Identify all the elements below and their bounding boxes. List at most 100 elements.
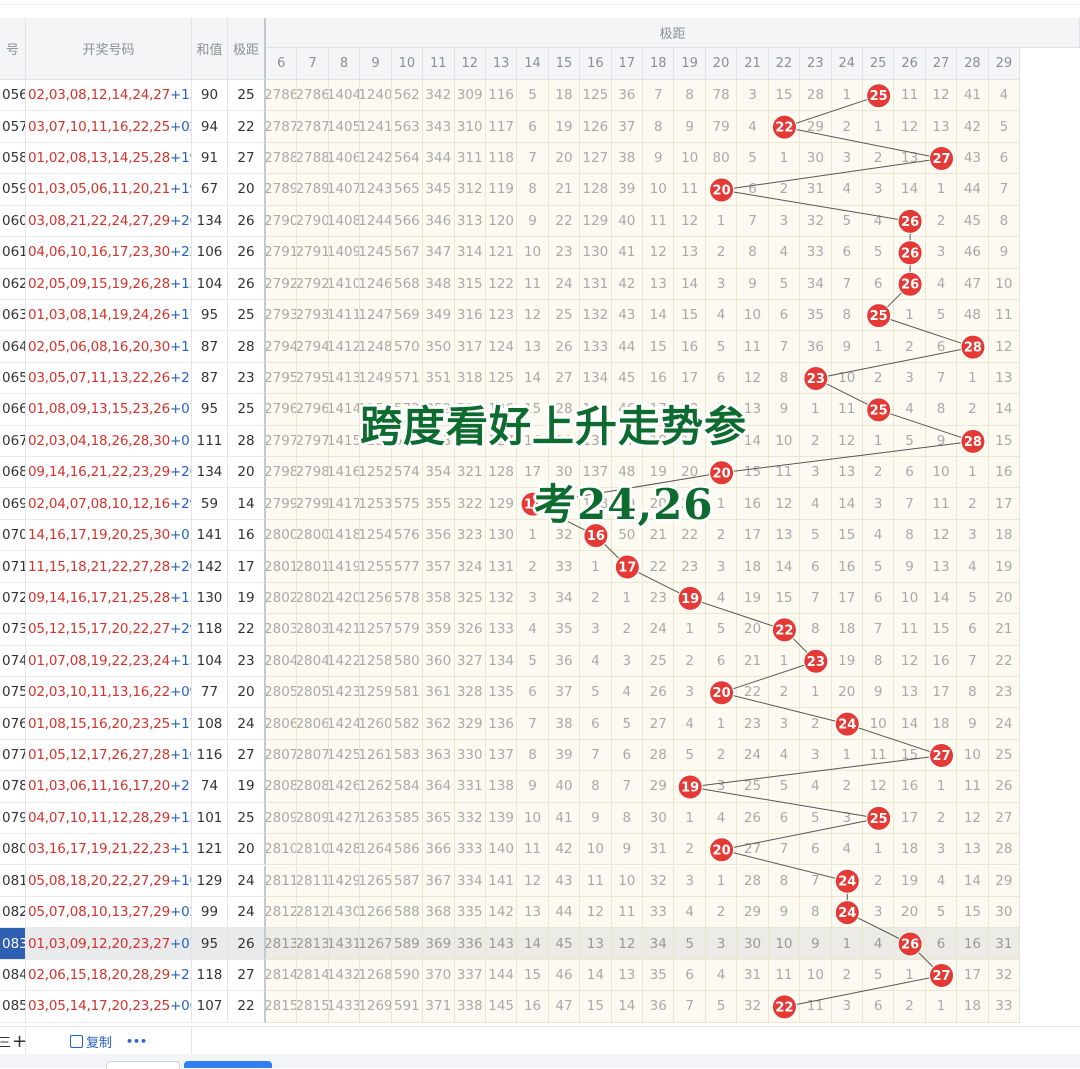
miss-cell: 48: [957, 299, 989, 332]
issue-cell: 084: [0, 959, 26, 992]
miss-cell: 2: [831, 771, 863, 803]
header-span-value[interactable]: 18: [643, 48, 675, 80]
miss-cell: 2812: [297, 896, 329, 929]
miss-cell: 119: [485, 174, 518, 206]
miss-cell: 10: [768, 425, 801, 458]
miss-cell: 145: [485, 991, 518, 1023]
miss-cell: 2815: [266, 991, 298, 1023]
miss-cell: 1255: [360, 551, 392, 583]
miss-cell: 356: [423, 519, 455, 552]
copy-icon[interactable]: [69, 1034, 83, 1048]
miss-cell: 1: [957, 457, 989, 489]
miss-cell: 14: [831, 488, 863, 520]
main-numbers: 11,15,18,21,22,27,28: [28, 558, 170, 575]
toolbar-left-cell[interactable]: 三 +: [0, 1027, 27, 1055]
header-span-value[interactable]: 13: [485, 48, 518, 80]
miss-cell: 1253: [360, 488, 392, 520]
special-number: +13: [170, 87, 191, 104]
sum-cell: 134: [192, 205, 228, 238]
miss-cell: 1268: [360, 959, 392, 992]
miss-cell: 6: [925, 331, 958, 363]
miss-cell: 564: [391, 142, 424, 175]
miss-cell: 11: [800, 991, 832, 1023]
miss-cell: 18: [957, 991, 989, 1023]
header-sum[interactable]: 和值: [192, 18, 228, 80]
header-span-value[interactable]: 24: [831, 48, 863, 80]
header-span-value[interactable]: 21: [737, 48, 769, 80]
header-span-value[interactable]: 27: [925, 48, 958, 80]
miss-cell: 343: [423, 111, 455, 143]
header-span-value[interactable]: 22: [768, 48, 801, 80]
header-span-value[interactable]: 17: [611, 48, 644, 80]
header-span-value[interactable]: 11: [423, 48, 455, 80]
issue-cell: 070: [0, 519, 26, 552]
numbers-cell: 01,07,08,19,22,23,24+15: [26, 645, 192, 677]
header-span-value[interactable]: 10: [391, 48, 424, 80]
miss-cell: 35: [643, 959, 675, 992]
header-span-value[interactable]: 26: [894, 48, 926, 80]
copy-button[interactable]: 复制: [86, 1032, 112, 1051]
add-icon[interactable]: +: [12, 1031, 27, 1052]
header-span[interactable]: 极距: [228, 18, 266, 80]
footer-tab-active[interactable]: [184, 1061, 272, 1068]
header-span-value[interactable]: 12: [454, 48, 486, 80]
header-span-value[interactable]: 28: [957, 48, 989, 80]
main-numbers: 02,05,09,15,19,26,28: [28, 275, 170, 292]
miss-cell: 10: [737, 299, 769, 332]
miss-cell: 324: [454, 551, 486, 583]
more-icon[interactable]: •••: [126, 1035, 147, 1048]
miss-cell: 18: [737, 551, 769, 583]
miss-cell: 10: [894, 582, 926, 615]
header-span-value[interactable]: 16: [580, 48, 612, 80]
sum-cell: 91: [192, 142, 228, 175]
miss-cell: 15: [580, 991, 612, 1023]
sum-cell: 142: [192, 551, 228, 583]
main-numbers: 01,03,05,06,11,20,21: [28, 181, 170, 198]
header-span-value[interactable]: 15: [548, 48, 581, 80]
header-span-value[interactable]: 23: [800, 48, 832, 80]
miss-cell: 590: [391, 959, 424, 992]
header-span-value[interactable]: 14: [517, 48, 549, 80]
header-span-value[interactable]: 29: [988, 48, 1021, 80]
miss-cell: 42: [611, 268, 644, 300]
header-span-value[interactable]: 6: [266, 48, 298, 80]
header-issue[interactable]: 号: [0, 18, 26, 80]
miss-cell: 2: [705, 739, 738, 772]
miss-cell: 3: [737, 80, 769, 112]
miss-cell: 17: [737, 519, 769, 552]
miss-cell: 14: [957, 865, 989, 897]
miss-cell: 3: [957, 519, 989, 552]
miss-cell: 360: [423, 645, 455, 677]
miss-cell: 9: [862, 676, 895, 709]
span-cell: 20: [228, 174, 266, 206]
header-span-value[interactable]: 19: [674, 48, 706, 80]
miss-cell: 22: [548, 205, 581, 238]
miss-cell: 7: [611, 771, 644, 803]
miss-cell: 6: [988, 142, 1021, 175]
miss-cell: 16: [517, 991, 549, 1023]
miss-cell: 14: [674, 268, 706, 300]
header-numbers[interactable]: 开奖号码: [26, 18, 192, 80]
miss-cell: 9: [580, 802, 612, 835]
header-span-value[interactable]: 25: [862, 48, 895, 80]
miss-cell: 2804: [297, 645, 329, 677]
miss-cell: 2808: [266, 771, 298, 803]
sum-cell: 106: [192, 237, 228, 269]
miss-cell: 138: [485, 771, 518, 803]
miss-cell: 1407: [328, 174, 361, 206]
header-span-value[interactable]: 20: [705, 48, 738, 80]
header-span-value[interactable]: 8: [328, 48, 361, 80]
header-span-value[interactable]: 9: [360, 48, 392, 80]
numbers-cell: 02,05,09,15,19,26,28+13: [26, 268, 192, 300]
miss-cell: 3: [800, 739, 832, 772]
miss-cell: 325: [454, 582, 486, 615]
miss-cell: 118: [485, 142, 518, 175]
issue-cell: 081: [0, 865, 26, 897]
miss-cell: 10: [988, 268, 1021, 300]
span-cell: 27: [228, 739, 266, 772]
issue-cell: 079: [0, 802, 26, 835]
numbers-cell: 01,03,09,12,20,23,27+07: [26, 928, 192, 960]
header-span-value[interactable]: 7: [297, 48, 329, 80]
miss-cell: 30: [737, 928, 769, 960]
miss-cell: 333: [454, 834, 486, 866]
